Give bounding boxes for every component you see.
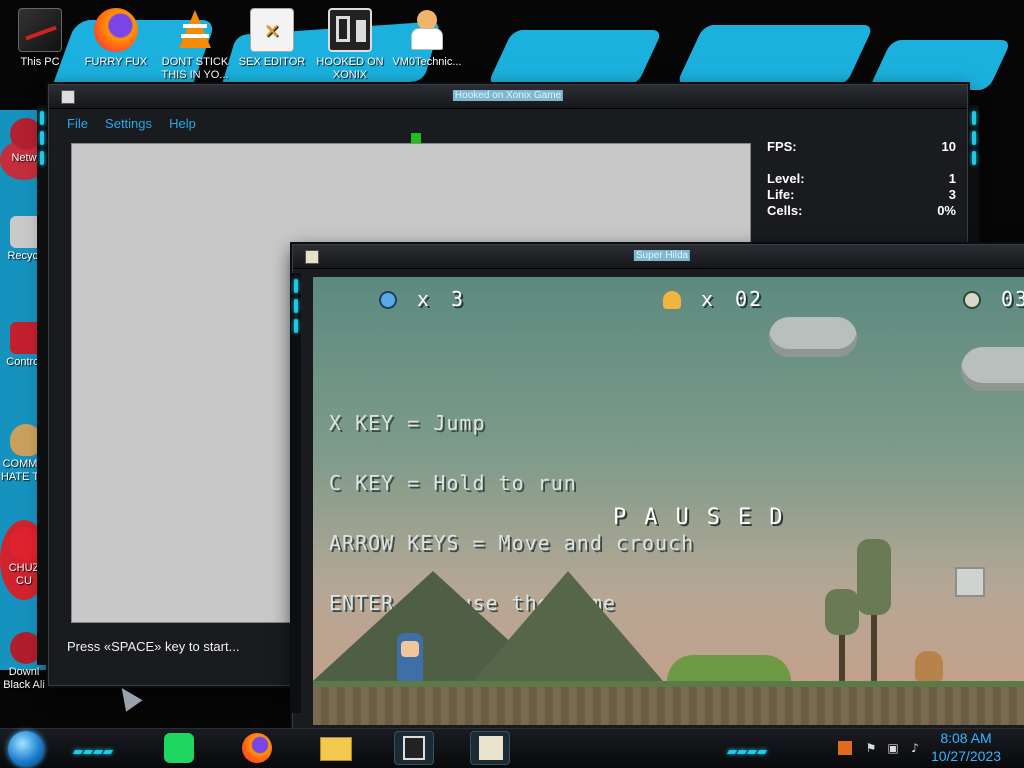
flag-icon[interactable]: ⚑ (864, 741, 878, 755)
firefox-icon (94, 8, 138, 52)
file-explorer-icon (320, 737, 352, 761)
xonix-player-marker (411, 133, 421, 143)
taskbar-xonix[interactable] (394, 731, 434, 765)
xonix-window-title: Hooked on Xonix Game (452, 90, 564, 101)
hilda-window-icon (305, 250, 319, 264)
volume-icon[interactable]: ♪ (908, 741, 922, 755)
wallpaper-graphic (487, 30, 663, 85)
paused-label: PAUSED (613, 505, 801, 530)
xonix-menubar: File Settings Help (59, 113, 957, 133)
window-edge-decoration (291, 273, 301, 713)
menu-help[interactable]: Help (169, 114, 196, 134)
hud-bells-count: 02 (735, 287, 764, 311)
stat-fps: FPS: 10 (767, 139, 956, 154)
hilda-titlebar[interactable]: Super Hilda (293, 245, 1024, 269)
hud-timer: 03 (1001, 287, 1024, 311)
system-tray: ⚑ ▣ ♪ 8:08 AM 10/27/2023 (818, 729, 1018, 768)
vlc-icon (173, 8, 217, 52)
stat-level: Level: 1 (767, 171, 956, 186)
desktop-icon-this-pc[interactable]: This PC (2, 8, 78, 82)
sublime-icon[interactable] (838, 741, 852, 755)
firefox-icon (242, 733, 272, 763)
menu-settings[interactable]: Settings (105, 114, 152, 134)
taskbar: ⚑ ▣ ♪ 8:08 AM 10/27/2023 (0, 728, 1024, 768)
mountain (473, 571, 663, 681)
bush (667, 655, 791, 681)
smiley-block (955, 567, 985, 597)
xonix-icon (328, 8, 372, 52)
stat-cells: Cells: 0% (767, 203, 956, 218)
taskbar-clock[interactable]: 8:08 AM 10/27/2023 (924, 729, 1008, 765)
ground (313, 681, 1024, 725)
desktop-icon-sex-editor[interactable]: ✕ SEX EDITOR (234, 8, 310, 82)
tree (857, 539, 891, 615)
control-line: ARROW KEYS = Move and crouch (329, 531, 695, 555)
doctor-icon (405, 8, 449, 52)
desktop-icon-furry-fux[interactable]: FURRY FUX (78, 8, 154, 82)
xonix-taskbar-icon (403, 736, 425, 760)
hilda-taskbar-icon (479, 736, 503, 760)
super-hilda-window[interactable]: Super Hilda x 3 x 02 03 X KEY = Jump C K… (291, 244, 1024, 734)
desktop-icon-hooked-on-xonix[interactable]: HOOKED ON XONIX (312, 8, 388, 82)
clock-time: 8:08 AM (940, 730, 992, 746)
hex-editor-icon: ✕ (250, 8, 294, 52)
menu-file[interactable]: File (67, 114, 88, 134)
taskbar-spotify[interactable] (160, 731, 200, 765)
desktop-icon-dont-stick[interactable]: DONT STICK THIS IN YO... (157, 8, 233, 82)
wallpaper-graphic (868, 40, 1012, 90)
xonix-titlebar[interactable]: Hooked on Xonix Game (49, 85, 967, 109)
stat-life: Life: 3 (767, 187, 956, 202)
taskbar-file-explorer[interactable] (316, 731, 356, 765)
xonix-window-icon (61, 90, 75, 104)
hilda-window-title: Super Hilda (633, 250, 691, 261)
taskbar-decoration (72, 739, 114, 754)
desktop-icon-vm0technic[interactable]: VM0Technic... (389, 8, 465, 82)
cloud (961, 347, 1024, 391)
computer-icon (18, 8, 62, 52)
tree (825, 589, 859, 635)
taskbar-decoration (726, 739, 768, 754)
xonix-start-prompt: Press «SPACE» key to start... (67, 639, 240, 654)
hilda-lives-icon (379, 291, 397, 309)
clock-date: 10/27/2023 (930, 748, 1002, 764)
bell-icon (663, 291, 681, 309)
taskbar-firefox[interactable] (238, 731, 278, 765)
hud-lives-prefix: x (417, 287, 432, 311)
cloud (769, 317, 857, 357)
wallpaper-graphic (676, 25, 874, 85)
hud-lives-count: 3 (451, 287, 466, 311)
network-icon[interactable]: ▣ (886, 741, 900, 755)
xonix-status-panel: FPS: 10 Level: 1 Life: 3 Cells: 0% (759, 137, 964, 257)
hud-bells-prefix: x (701, 287, 716, 311)
spotify-icon (164, 733, 194, 763)
goomba-enemy (915, 651, 943, 681)
window-edge-decoration (37, 105, 47, 665)
control-line: C KEY = Hold to run (329, 471, 577, 495)
hilda-game-canvas[interactable]: x 3 x 02 03 X KEY = Jump C KEY = Hold to… (313, 277, 1024, 725)
taskbar-super-hilda[interactable] (470, 731, 510, 765)
start-button[interactable] (8, 731, 44, 767)
hilda-character (397, 633, 423, 681)
control-line: X KEY = Jump (329, 411, 486, 435)
clock-icon (963, 291, 981, 309)
